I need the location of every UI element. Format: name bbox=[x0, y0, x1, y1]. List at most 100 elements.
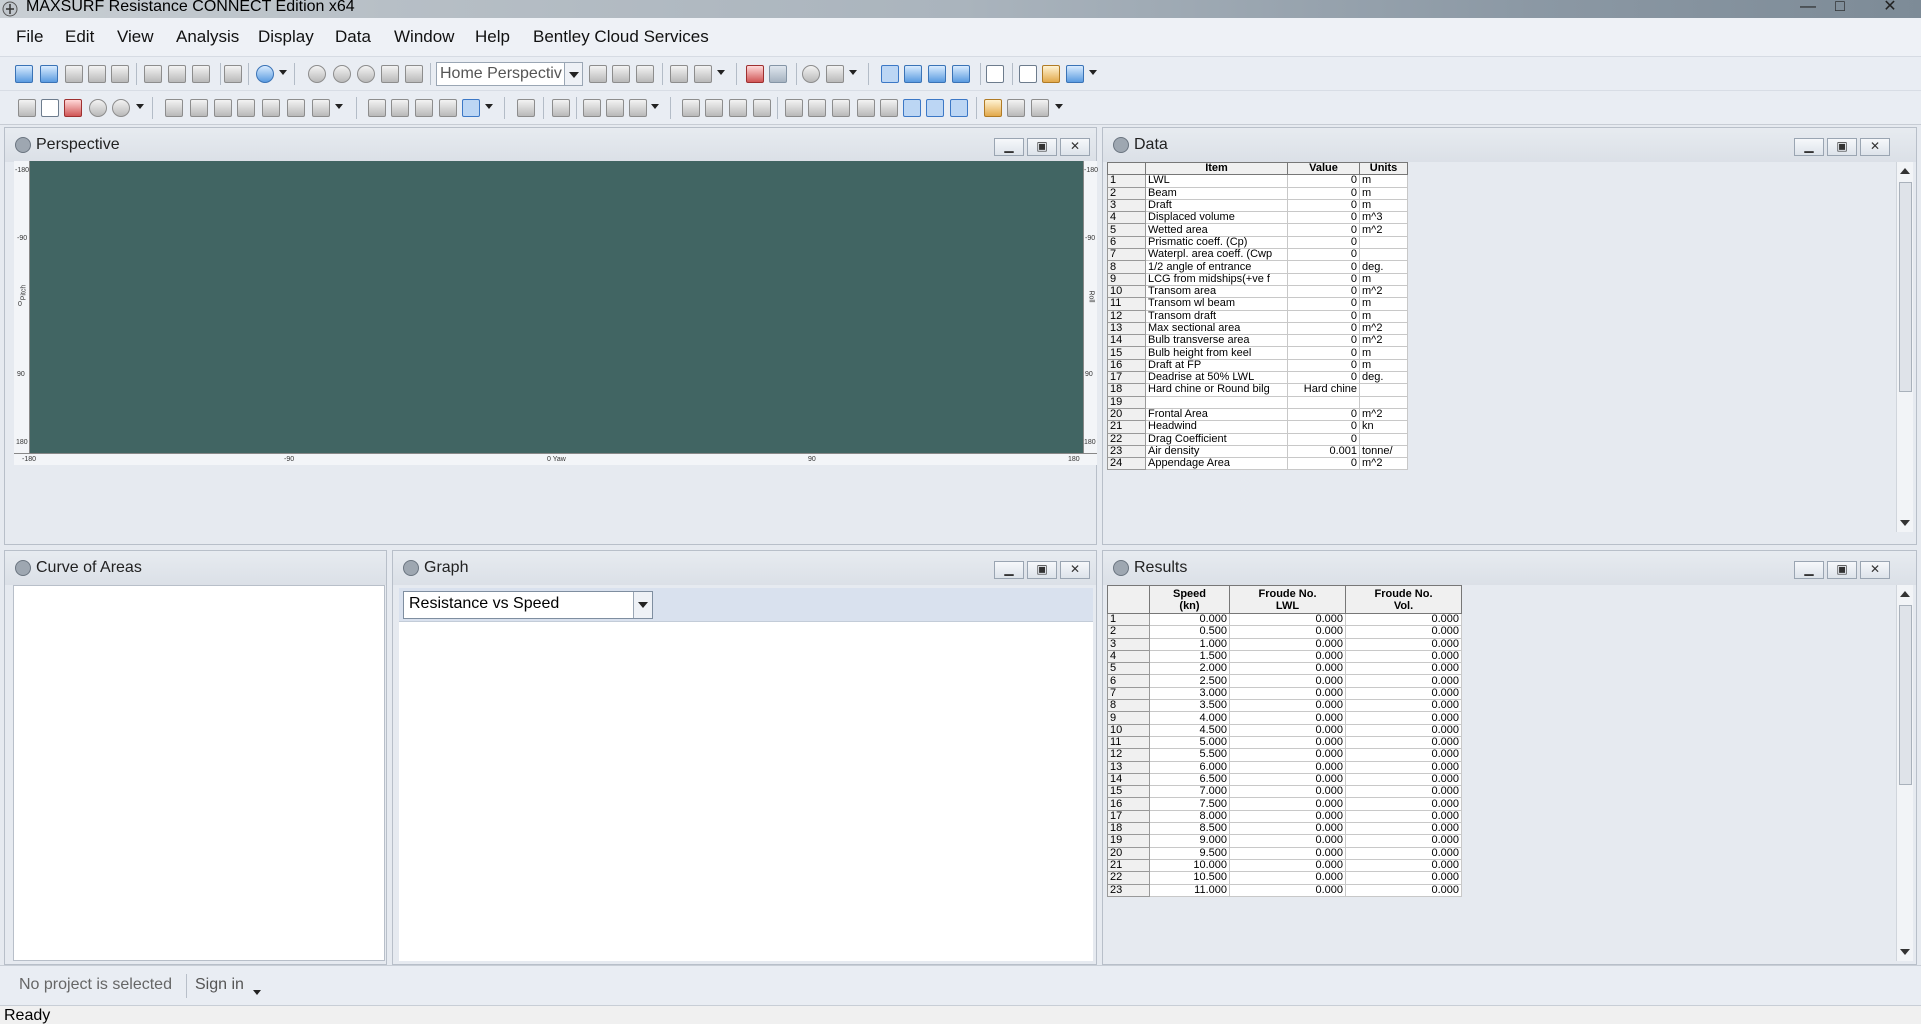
maximize-button[interactable]: □ bbox=[1822, 0, 1858, 17]
data-table-row-cell[interactable]: 0 bbox=[1287, 297, 1360, 311]
marker-icon[interactable] bbox=[237, 99, 255, 117]
results-table-row[interactable]: 2 0.500 0.000 0.000 bbox=[1107, 625, 1462, 639]
results-table-row[interactable]: 17 8.000 0.000 0.000 bbox=[1107, 809, 1462, 824]
scroll-down-icon[interactable] bbox=[1900, 949, 1910, 955]
copy-icon[interactable] bbox=[168, 65, 186, 83]
data-table-row[interactable]: 8 1/2 angle of entrance 0 deg. bbox=[1107, 260, 1408, 274]
results-table-row-cell[interactable]: 0.000 bbox=[1345, 674, 1462, 688]
results-vertical-scrollbar[interactable] bbox=[1896, 585, 1913, 961]
results-table-row-cell[interactable]: 0.000 bbox=[1345, 846, 1462, 860]
measure-icon[interactable] bbox=[629, 99, 647, 117]
data-table-row-cell[interactable]: Bulb height from keel bbox=[1145, 346, 1288, 360]
yaw-ruler[interactable]: -180 -90 0 Yaw 90 180 bbox=[14, 453, 1097, 465]
scroll-up-icon[interactable] bbox=[1900, 591, 1910, 597]
results-table-row-cell[interactable]: 0.000 bbox=[1345, 735, 1462, 750]
menu-view[interactable]: View bbox=[117, 27, 154, 47]
results-table-row-cell[interactable]: 0.000 bbox=[1345, 834, 1462, 848]
results-table-row-cell[interactable]: 0.000 bbox=[1229, 822, 1346, 836]
results-table-row-cell[interactable]: 0.000 bbox=[1229, 834, 1346, 848]
results-table-row[interactable]: 11 5.000 0.000 0.000 bbox=[1107, 735, 1462, 750]
data-table-row[interactable]: 21 Headwind 0 kn bbox=[1107, 420, 1408, 434]
data-table-row-cell[interactable] bbox=[1359, 395, 1408, 409]
results-table-row-cell[interactable]: 0.000 bbox=[1345, 871, 1462, 885]
data-table-row-cell[interactable]: Draft bbox=[1145, 198, 1288, 213]
options-icon[interactable] bbox=[1031, 99, 1049, 117]
perspective-view-icon[interactable] bbox=[881, 65, 899, 83]
results-table-row-cell[interactable]: 5.000 bbox=[1149, 735, 1230, 750]
results-table-row-cell[interactable]: 0.000 bbox=[1345, 649, 1462, 664]
results-table-row-cell[interactable]: 6.000 bbox=[1149, 760, 1230, 774]
profile-view-icon[interactable] bbox=[928, 65, 946, 83]
roll-ruler[interactable]: -180 -90 Roll 90 180 bbox=[1083, 161, 1098, 453]
results-table-row-cell[interactable]: 0.000 bbox=[1345, 797, 1462, 811]
data-table-row-cell[interactable]: Draft at FP bbox=[1145, 358, 1288, 373]
graph-close-button[interactable]: ✕ bbox=[1060, 561, 1090, 579]
data-table-row-cell[interactable]: 0 bbox=[1287, 260, 1360, 274]
curvature-icon[interactable] bbox=[808, 99, 826, 117]
shading-icon[interactable] bbox=[832, 99, 850, 117]
perspective-minimize-button[interactable]: ▁ bbox=[994, 138, 1024, 156]
outline-dropdown-icon[interactable] bbox=[485, 104, 493, 109]
sign-in-dropdown-icon[interactable] bbox=[253, 990, 261, 995]
results-table-row-cell[interactable]: 0.000 bbox=[1229, 772, 1346, 787]
data-table-row-cell[interactable]: 0 bbox=[1287, 334, 1360, 348]
results-table-row-cell[interactable]: 11.000 bbox=[1149, 883, 1230, 897]
data-table-row-cell[interactable]: Transom draft bbox=[1145, 309, 1288, 323]
waterline-icon[interactable] bbox=[391, 99, 409, 117]
results-table-row-cell[interactable]: 4.000 bbox=[1149, 711, 1230, 725]
results-table-row[interactable]: 6 2.500 0.000 0.000 bbox=[1107, 674, 1462, 688]
data-table-row-cell[interactable] bbox=[1145, 395, 1288, 409]
data-table-row[interactable]: 4 Displaced volume 0 m^3 bbox=[1107, 211, 1408, 225]
data-table-row[interactable]: 2 Beam 0 m bbox=[1107, 186, 1408, 200]
data-table-row-cell[interactable]: Waterpl. area coeff. (Cwp bbox=[1145, 248, 1288, 262]
results-table-row-cell[interactable]: 0.000 bbox=[1345, 711, 1462, 725]
data-table-row-cell[interactable]: 0 bbox=[1287, 235, 1360, 250]
menu-display[interactable]: Display bbox=[258, 27, 314, 47]
data-table-row-cell[interactable]: Deadrise at 50% LWL bbox=[1145, 371, 1288, 385]
results-table-row-cell[interactable]: 0.000 bbox=[1345, 612, 1462, 627]
data-table-row-cell[interactable]: Displaced volume bbox=[1145, 211, 1288, 225]
results-table-row-cell[interactable]: 0.000 bbox=[1229, 723, 1346, 737]
data-table-row-cell[interactable]: deg. bbox=[1359, 371, 1408, 385]
box-icon[interactable] bbox=[583, 99, 601, 117]
data-table-row-cell[interactable]: 0 bbox=[1287, 248, 1360, 262]
data-table-row-cell[interactable]: Beam bbox=[1145, 186, 1288, 200]
results-table-row[interactable]: 12 5.500 0.000 0.000 bbox=[1107, 748, 1462, 762]
results-table-row-cell[interactable]: 0.000 bbox=[1229, 625, 1346, 639]
graph-type-chevron-down-icon[interactable] bbox=[633, 592, 652, 618]
save-icon[interactable] bbox=[88, 65, 106, 83]
data-table-row[interactable]: 16 Draft at FP 0 m bbox=[1107, 358, 1408, 373]
zoom-in-icon[interactable] bbox=[308, 65, 326, 83]
data-table-row-cell[interactable]: 0 bbox=[1287, 211, 1360, 225]
results-table-row-cell[interactable]: 0.000 bbox=[1229, 809, 1346, 824]
results-table-row-cell[interactable]: 0.000 bbox=[1345, 699, 1462, 713]
new-icon[interactable] bbox=[15, 65, 33, 83]
results-table-row[interactable]: 9 4.000 0.000 0.000 bbox=[1107, 711, 1462, 725]
data-table-row-cell[interactable]: Appendage Area bbox=[1145, 457, 1288, 471]
data-table-row-cell[interactable] bbox=[1359, 432, 1408, 446]
axes-icon[interactable] bbox=[1066, 65, 1084, 83]
data-table-row[interactable]: 14 Bulb transverse area 0 m^2 bbox=[1107, 334, 1408, 348]
data-table-row-cell[interactable] bbox=[1359, 235, 1408, 250]
data-table-row-cell[interactable]: m bbox=[1359, 174, 1408, 188]
data-table-row[interactable]: 3 Draft 0 m bbox=[1107, 198, 1408, 213]
data-table-row-cell[interactable]: Air density bbox=[1145, 444, 1288, 459]
render-dropdown-icon[interactable] bbox=[717, 70, 725, 75]
results-table-row-cell[interactable]: 9.500 bbox=[1149, 846, 1230, 860]
results-table-row[interactable]: 23 11.000 0.000 0.000 bbox=[1107, 883, 1462, 897]
results-table-row-cell[interactable]: 0.000 bbox=[1229, 858, 1346, 873]
paste-icon[interactable] bbox=[192, 65, 210, 83]
results-table-row-cell[interactable]: 0.000 bbox=[1229, 871, 1346, 885]
data-table-row-cell[interactable]: 0.001 bbox=[1287, 444, 1360, 459]
data-table-row-cell[interactable] bbox=[1359, 383, 1408, 397]
zoom-fit-icon[interactable] bbox=[357, 65, 375, 83]
minimize-button[interactable]: — bbox=[1790, 0, 1826, 17]
perspective-close-button[interactable]: ✕ bbox=[1060, 138, 1090, 156]
data-table-row-cell[interactable] bbox=[1287, 395, 1360, 409]
tools-dropdown-icon[interactable] bbox=[335, 104, 343, 109]
results-table-row[interactable]: 22 10.500 0.000 0.000 bbox=[1107, 871, 1462, 885]
data-table-row[interactable]: 13 Max sectional area 0 m^2 bbox=[1107, 321, 1408, 336]
results-table-row[interactable]: 1 0.000 0.000 0.000 bbox=[1107, 612, 1462, 627]
results-table-row-cell[interactable]: 0.000 bbox=[1345, 785, 1462, 799]
data-table-row[interactable]: 12 Transom draft 0 m bbox=[1107, 309, 1408, 323]
